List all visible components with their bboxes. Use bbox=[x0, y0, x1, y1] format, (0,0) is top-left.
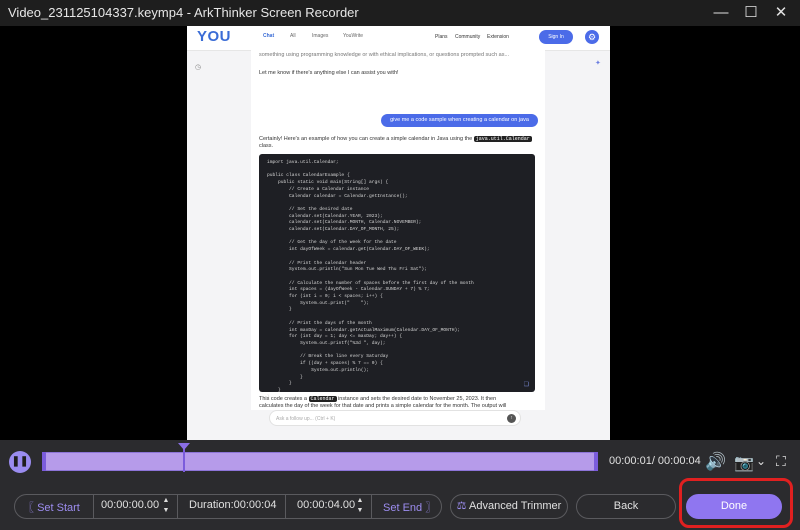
end-time-field[interactable]: 00:00:04.00 bbox=[297, 499, 355, 511]
timeline-track[interactable] bbox=[42, 452, 598, 471]
sparkle-icon: ✦ bbox=[595, 60, 601, 67]
recorded-browser-frame: YOU Chat All Images YouWrite Plans Commu… bbox=[187, 26, 610, 440]
start-time-field[interactable]: 00:00:00.00 bbox=[101, 499, 159, 511]
divider bbox=[93, 495, 94, 518]
code-block: import java.util.Calendar; public class … bbox=[259, 154, 535, 400]
trim-controls: 〖 Set Start 00:00:00.00 ▲ ▼ Duration:00:0… bbox=[14, 494, 442, 519]
back-button[interactable]: Back bbox=[576, 494, 676, 519]
browser-header: YOU Chat All Images YouWrite Plans Commu… bbox=[187, 26, 610, 51]
bracket-left-icon: 〖 bbox=[23, 502, 34, 514]
volume-icon[interactable]: 🔊 bbox=[705, 452, 726, 472]
chevron-down-icon[interactable]: ⌄ bbox=[756, 454, 766, 468]
duration-label: Duration:00:00:04 bbox=[189, 499, 277, 511]
tab-images: Images bbox=[312, 33, 329, 39]
nav-extension: Extension bbox=[487, 34, 509, 40]
fullscreen-icon[interactable]: ⛶ bbox=[776, 453, 786, 470]
divider bbox=[285, 495, 286, 518]
sign-in-button: Sign In bbox=[539, 30, 573, 44]
send-icon: ↑ bbox=[507, 414, 516, 423]
followup-input: Ask a follow up... (Ctrl + K) bbox=[269, 410, 521, 426]
tab-chat: Chat bbox=[263, 33, 275, 39]
let-me-know-text: Let me know if there's anything else I c… bbox=[259, 70, 399, 76]
end-time-stepper[interactable]: ▲ ▼ bbox=[355, 496, 365, 516]
highlight-annotation bbox=[679, 478, 793, 528]
pause-icon: ❚❚ bbox=[11, 456, 29, 467]
divider bbox=[177, 495, 178, 518]
user-message: give me a code sample when creating a ca… bbox=[381, 114, 538, 127]
copy-icon: ❏ bbox=[523, 382, 529, 388]
window-title: Video_231125104337.keymp4 - ArkThinker S… bbox=[8, 5, 359, 20]
nav-plans: Plans bbox=[435, 34, 448, 40]
gear-icon: ⚙ bbox=[585, 30, 599, 44]
history-icon: ◷ bbox=[195, 64, 202, 71]
trim-start-handle[interactable] bbox=[42, 452, 46, 471]
title-bar: Video_231125104337.keymp4 - ArkThinker S… bbox=[0, 0, 800, 26]
divider bbox=[371, 495, 372, 518]
tab-all: All bbox=[290, 33, 296, 39]
playhead-marker[interactable] bbox=[178, 443, 190, 450]
start-time-stepper[interactable]: ▲ ▼ bbox=[161, 496, 171, 516]
video-preview: YOU Chat All Images YouWrite Plans Commu… bbox=[0, 26, 800, 440]
response-intro: Certainly! Here's an example of how you … bbox=[259, 136, 532, 149]
trimmer-icon: ⚖ bbox=[456, 500, 467, 512]
minimize-button[interactable]: — bbox=[706, 0, 736, 26]
time-display: 00:00:01/ 00:00:04 bbox=[609, 455, 701, 467]
code-text: import java.util.Calendar; public class … bbox=[267, 160, 474, 400]
tab-youwrite: YouWrite bbox=[343, 33, 364, 39]
close-button[interactable]: ✕ bbox=[766, 0, 796, 26]
pause-button[interactable]: ❚❚ bbox=[9, 451, 31, 473]
set-start-button[interactable]: 〖 Set Start bbox=[23, 499, 80, 515]
chat-column: something using programming knowledge or… bbox=[251, 50, 545, 410]
nav-community: Community bbox=[455, 34, 481, 40]
timeline-bar: ❚❚ 00:00:01/ 00:00:04 🔊 📷 ⌄ ⛶ bbox=[0, 440, 800, 484]
you-logo: YOU bbox=[197, 28, 232, 45]
advanced-trimmer-button[interactable]: ⚖ Advanced Trimmer bbox=[450, 494, 568, 519]
set-end-button[interactable]: Set End 〗 bbox=[383, 499, 436, 515]
previous-text: something using programming knowledge or… bbox=[259, 52, 510, 58]
response-explanation: This code creates a Calendar instance an… bbox=[259, 396, 507, 409]
camera-icon[interactable]: 📷 bbox=[734, 453, 754, 473]
maximize-button[interactable]: ☐ bbox=[736, 0, 766, 26]
bracket-right-icon: 〗 bbox=[425, 502, 437, 514]
trim-end-handle[interactable] bbox=[594, 452, 598, 471]
